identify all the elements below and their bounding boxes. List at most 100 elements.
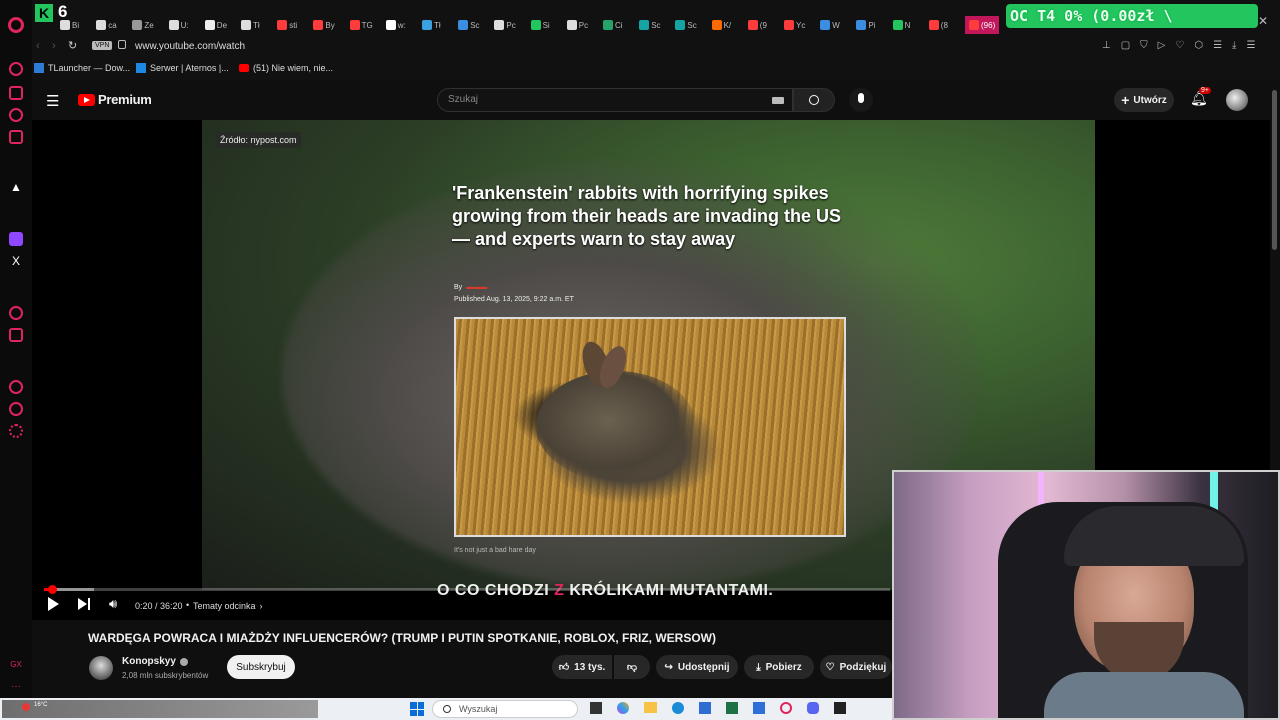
player-icon[interactable] xyxy=(9,306,23,320)
browser-tab[interactable]: By xyxy=(313,16,335,34)
browser-tab[interactable]: ca xyxy=(96,16,117,34)
reload-icon[interactable]: ↻ xyxy=(68,39,77,52)
twitch-icon[interactable] xyxy=(9,232,23,246)
browser-tab[interactable]: Sc xyxy=(675,16,697,34)
channel-name[interactable]: Konopskyy xyxy=(122,656,188,667)
extensions-icon[interactable]: ⬡ xyxy=(1194,40,1203,51)
browser-tab[interactable]: Si xyxy=(530,16,550,34)
play-icon[interactable]: ▷ xyxy=(1158,40,1166,51)
snapshot-icon[interactable]: ▢ xyxy=(1121,40,1130,51)
history-icon[interactable] xyxy=(9,380,23,394)
browser-tab[interactable]: Sc xyxy=(458,16,480,34)
bookmark-aternos[interactable]: Serwer | Aternos |... xyxy=(136,63,229,73)
task-view-icon[interactable] xyxy=(590,702,602,714)
menu-icon[interactable]: ☰ xyxy=(1246,40,1255,51)
browser-tab[interactable]: U: xyxy=(168,16,189,34)
settings-icon[interactable] xyxy=(9,424,23,438)
browser-tab[interactable]: (9 xyxy=(747,16,767,34)
tradingview-icon[interactable] xyxy=(753,702,765,714)
browser-tab[interactable]: Pc xyxy=(566,16,588,34)
gx-icon[interactable]: GX xyxy=(9,658,23,672)
bookmark-tlauncher[interactable]: TLauncher — Dow... xyxy=(34,63,130,73)
browser-tab[interactable]: Bi xyxy=(60,16,79,34)
store-icon[interactable] xyxy=(699,702,711,714)
browser-tab[interactable]: Ci xyxy=(603,16,623,34)
kick-logo-icon[interactable]: K xyxy=(35,4,53,22)
taskbar-search-input[interactable]: Wyszukaj xyxy=(459,704,497,714)
wallet-icon[interactable] xyxy=(9,328,23,342)
spotify-icon[interactable]: ▲ xyxy=(9,180,23,194)
excel-icon[interactable] xyxy=(726,702,738,714)
browser-tab[interactable]: Sc xyxy=(639,16,661,34)
tab-label: Si xyxy=(542,20,550,30)
search-bar[interactable]: Szukaj xyxy=(437,88,793,112)
plus-icon: + xyxy=(1121,92,1130,108)
download-icon[interactable]: ⤓ xyxy=(1232,40,1236,51)
taskbar-search[interactable]: Wyszukaj xyxy=(432,700,578,718)
back-icon[interactable]: ‹ xyxy=(36,40,40,52)
browser-tab[interactable]: N xyxy=(892,16,910,34)
start-button[interactable] xyxy=(410,702,424,716)
subscribe-button[interactable]: Subskrybuj xyxy=(227,655,295,679)
voice-search-button[interactable] xyxy=(849,88,873,112)
forward-icon[interactable]: › xyxy=(52,40,56,52)
shield-icon[interactable]: ⛉ xyxy=(1140,40,1148,51)
browser-tab[interactable]: Ze xyxy=(132,16,154,34)
download-button[interactable]: ⤓ Pobierz xyxy=(744,655,814,679)
copilot-icon[interactable] xyxy=(617,702,629,714)
bookmark-youtube[interactable]: (51) Nie wiem, nie... xyxy=(239,63,333,73)
heart-icon[interactable]: ♡ xyxy=(1175,40,1184,51)
volume-icon[interactable]: 🔊︎ xyxy=(109,596,117,612)
feed-icon[interactable] xyxy=(9,86,23,100)
opera-gx-icon[interactable] xyxy=(780,702,792,714)
search-input[interactable]: Szukaj xyxy=(448,94,478,105)
create-button[interactable]: + Utwórz xyxy=(1114,88,1174,112)
pin-icon[interactable]: ⊥ xyxy=(1102,40,1111,51)
thanks-button[interactable]: ♡ Podziękuj xyxy=(820,655,892,679)
next-icon[interactable] xyxy=(78,598,87,610)
browser-tab[interactable]: Pi xyxy=(856,16,876,34)
x-icon[interactable]: X xyxy=(9,254,23,268)
browser-tab[interactable]: W xyxy=(820,16,840,34)
hamburger-menu-icon[interactable]: ☰ xyxy=(46,92,59,110)
discord-icon[interactable] xyxy=(807,702,819,714)
notifications-button[interactable]: 🔔︎ 9+ xyxy=(1190,87,1211,108)
mail-icon[interactable] xyxy=(9,130,23,144)
browser-tab[interactable]: Tł xyxy=(422,16,441,34)
play-icon[interactable] xyxy=(48,597,59,611)
browser-tab[interactable]: (96) xyxy=(965,16,1000,34)
tab-favicon-icon xyxy=(313,20,324,30)
weather-widget[interactable]: 16°C xyxy=(2,700,318,718)
browser-tab[interactable]: w: xyxy=(385,16,406,34)
avatar[interactable] xyxy=(1226,89,1248,111)
share-button[interactable]: ↪ Udostępnij xyxy=(656,655,738,679)
like-button[interactable]: 👍︎ 13 tys. xyxy=(552,655,612,679)
messenger-icon[interactable] xyxy=(9,108,23,122)
browser-tab[interactable]: (8 xyxy=(928,16,948,34)
terminal-icon[interactable] xyxy=(834,702,846,714)
edge-icon[interactable] xyxy=(672,702,684,714)
opera-logo-icon[interactable] xyxy=(8,17,24,33)
url-field[interactable]: www.youtube.com/watch xyxy=(135,41,245,52)
dislike-button[interactable]: 👎︎ xyxy=(614,655,650,679)
browser-tab[interactable]: Yc xyxy=(784,16,805,34)
extensions-icon[interactable] xyxy=(9,402,23,416)
youtube-premium-logo[interactable]: Premium xyxy=(78,92,152,107)
browser-tab[interactable]: Tł xyxy=(241,16,260,34)
vpn-badge[interactable]: VPN xyxy=(92,41,113,50)
more-icon[interactable]: ··· xyxy=(9,680,23,694)
browser-tab[interactable]: K/ xyxy=(711,16,731,34)
close-window-icon[interactable]: ✕ xyxy=(1258,14,1268,28)
browser-tab[interactable]: De xyxy=(204,16,227,34)
keyboard-icon[interactable] xyxy=(772,97,784,104)
browser-tab[interactable]: TG xyxy=(349,16,373,34)
channel-avatar[interactable] xyxy=(89,656,113,680)
scrollbar-thumb[interactable] xyxy=(1272,90,1277,250)
browser-tab[interactable]: sti xyxy=(277,16,297,34)
file-explorer-icon[interactable] xyxy=(644,702,657,713)
ai-icon[interactable] xyxy=(9,62,23,76)
search-button[interactable] xyxy=(793,88,835,112)
easy-setup-icon[interactable]: ☰ xyxy=(1213,40,1222,51)
chapters-button[interactable]: Tematy odcinka › xyxy=(193,601,263,611)
browser-tab[interactable]: Pc xyxy=(494,16,516,34)
